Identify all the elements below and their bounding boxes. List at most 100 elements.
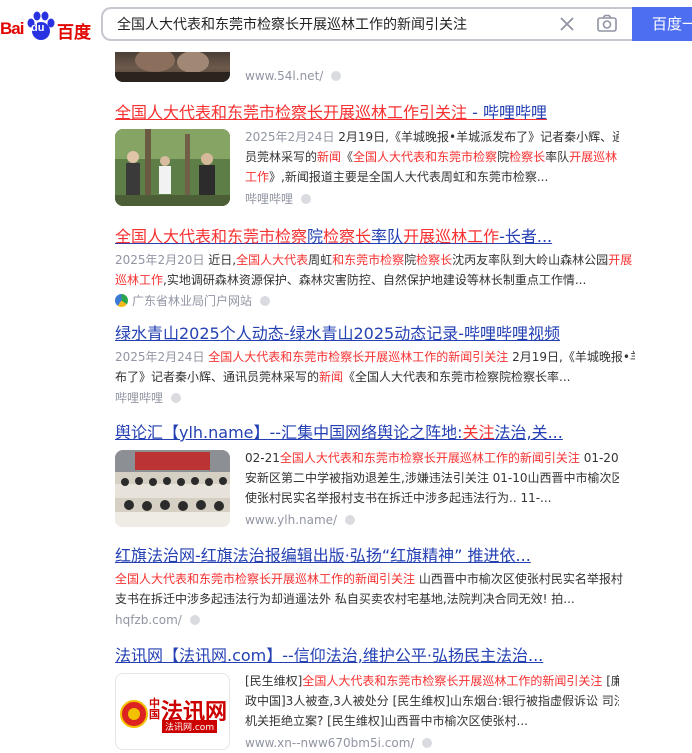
snippet-text: 近日, <box>208 253 237 267</box>
snippet-line: 02-21全国人大代表和东莞市检察长开展巡林工作的新闻引关注 01-20延 <box>245 448 619 468</box>
source-label[interactable]: 哔哩哔哩 <box>245 192 293 206</box>
highlight-text: 全国人大代表和东莞市检察 <box>353 150 498 164</box>
snippet-line: 安新区第二中学被指劝退差生,涉嫌违法引关注 01-10山西晋中市榆次区 <box>245 468 619 488</box>
snippet-text: 使张村民实名举报村支书在拆迁中涉多起违法行为.. 11-... <box>245 491 552 505</box>
result-source: 哔哩哔哩 <box>115 388 635 408</box>
highlight-text: 巡林工作 <box>115 273 164 287</box>
baidu-logo[interactable]: Bai du 百度 <box>0 7 92 43</box>
snippet-text: [民生维权] <box>245 674 303 688</box>
snippet-text: 沈丙友率队到大岭山森林公园 <box>452 253 609 267</box>
source-label[interactable]: www.54l.net/ <box>245 69 323 83</box>
result-item: 全国人大代表和东莞市检察长开展巡林工作引关注 - 哔哩哔哩 2025年2月24日… <box>115 102 635 212</box>
highlight-text: 开展 <box>608 253 633 267</box>
snippet-line: 使张村民实名举报村支书在拆迁中涉多起违法行为.. 11-... <box>245 488 619 508</box>
snippet-text: 率队 <box>545 150 570 164</box>
camera-icon[interactable] <box>596 14 618 34</box>
source-label[interactable]: 广东省林业局门户网站 <box>132 294 252 308</box>
title-highlight: 全国人大代表和东莞市检察长开展巡林工作引关注 <box>115 103 468 122</box>
result-thumbnail[interactable] <box>115 450 230 527</box>
snippet-text: 院 <box>497 150 510 164</box>
highlight-text: 检察长 <box>509 150 546 164</box>
snippet-line: 支书在拆迁中涉多起违法行为却逍遥法外 私自买卖农村宅基地,法院判决合同无效! 拍… <box>115 589 635 609</box>
search-input[interactable] <box>115 9 549 41</box>
title-seg: 率队 <box>371 227 404 246</box>
title-seg: 院 <box>307 227 324 246</box>
title-rest: - 哔哩哔哩 <box>467 103 547 122</box>
result-title[interactable]: 法讯网【法讯网.com】--信仰法治,维护公平·弘扬民主法治... <box>115 645 635 667</box>
info-icon[interactable] <box>171 392 182 403</box>
title-seg: 检察长 <box>323 227 372 246</box>
highlight-text: 全国人大代表和东莞市检察长开展巡林工作的新闻引关注 <box>115 572 416 586</box>
info-icon[interactable] <box>331 70 342 81</box>
snippet-line: 政中国]3人被查,3人被处分 [民生维权]山东烟台:银行被指虚假诉讼 司法 <box>245 691 619 711</box>
result-snippet: 2025年2月24日 2月19日,《羊城晚报•羊城派发布了》记者秦小辉、通讯 员… <box>245 127 619 209</box>
logo-du: du <box>31 22 45 34</box>
highlight-text: 和东莞市检察 <box>332 253 405 267</box>
result-thumbnail[interactable]: 中国 法讯网 法讯网.com <box>115 673 230 750</box>
snippet-text: 2月19日,《羊城晚报•羊城派发 <box>512 350 635 364</box>
source-label[interactable]: 哔哩哔哩 <box>115 391 163 405</box>
info-icon[interactable] <box>189 614 200 625</box>
result-title[interactable]: 红旗法治网-红旗法治报编辑出版·弘扬“红旗精神” 推进依... <box>115 545 635 567</box>
snippet-text: 》,新闻报道主要是全国人大代表周虹和东莞市检察... <box>269 170 549 184</box>
result-source: www.54l.net/ <box>245 66 342 86</box>
snippet-line: 布了》记者秦小辉、通讯员莞林采写的新闻《全国人大代表和东莞市检察院检察长率... <box>115 367 635 387</box>
snippet-text: 布了》记者秦小辉、通讯员莞林采写的 <box>115 370 320 384</box>
result-title[interactable]: 绿水青山2025个人动态-绿水青山2025动态记录-哔哩哔哩视频 <box>115 323 635 345</box>
highlight-text: 新闻 <box>319 370 344 384</box>
result-snippet: [民生维权]全国人大代表和东莞市检察长开展巡林工作的新闻引关注 [廉 政中国]3… <box>245 671 619 753</box>
info-icon[interactable] <box>422 737 433 748</box>
result-title[interactable]: 全国人大代表和东莞市检察院检察长率队开展巡林工作-长者... <box>115 226 635 248</box>
date-text: 2025年2月24日 <box>115 350 209 364</box>
snippet-text: 2月19日,《羊城晚报•羊城派发布了》记者秦小辉、通讯 <box>338 130 619 144</box>
result-title[interactable]: 全国人大代表和东莞市检察长开展巡林工作引关注 - 哔哩哔哩 <box>115 102 635 124</box>
info-icon[interactable] <box>345 514 356 525</box>
clear-icon[interactable] <box>558 15 576 33</box>
snippet-text: 山西晋中市榆次区使张村民实名举报村 <box>415 572 623 586</box>
result-title[interactable]: 舆论汇【ylh.name】--汇集中国网络舆论之阵地:关注法治,关... <box>115 422 635 444</box>
snippet-line: 2025年2月24日 全国人大代表和东莞市检察长开展巡林工作的新闻引关注 2月1… <box>115 347 635 367</box>
snippet-text: 安新区第二中学被指劝退差生,涉嫌违法引关注 01-10山西晋中市榆次区 <box>245 471 619 485</box>
source-label[interactable]: www.ylh.name/ <box>245 513 337 527</box>
snippet-line: 2025年2月20日 近日,全国人大代表周虹和东莞市检察院检察长沈丙友率队到大岭… <box>115 250 635 270</box>
logo-cn: 百度 <box>57 23 91 43</box>
result-item: 法讯网【法讯网.com】--信仰法治,维护公平·弘扬民主法治... 中国 法讯网… <box>115 645 635 750</box>
snippet-text: 02-21 <box>245 451 280 465</box>
snippet-text: ,实地调研森林资源保护、森林灾害防控、自然保护地建设等林长制重点工作情... <box>163 273 587 287</box>
snippet-line: 巡林工作,实地调研森林资源保护、森林灾害防控、自然保护地建设等林长制重点工作情.… <box>115 270 635 290</box>
title-seg: 全国人大代表和东莞市检察 <box>115 227 308 246</box>
highlight-text: 全国人大代表和东莞市检察长开展巡林工作的新闻引关注 <box>208 350 509 364</box>
result-item: 红旗法治网-红旗法治报编辑出版·弘扬“红旗精神” 推进依... 全国人大代表和东… <box>115 545 635 630</box>
highlight-text: 开展巡林 <box>569 150 618 164</box>
result-thumbnail[interactable] <box>115 129 230 206</box>
info-icon[interactable] <box>301 193 312 204</box>
info-icon[interactable] <box>260 295 271 306</box>
result-snippet: 02-21全国人大代表和东莞市检察长开展巡林工作的新闻引关注 01-20延 安新… <box>245 448 619 530</box>
result-item: 舆论汇【ylh.name】--汇集中国网络舆论之阵地:关注法治,关... 02-… <box>115 422 635 532</box>
search-box <box>101 7 632 41</box>
highlight-text: 新闻 <box>317 150 342 164</box>
header: Bai du 百度 百度一 <box>0 0 692 52</box>
logo-cn: 中国 <box>149 697 160 721</box>
source-label[interactable]: hqfzb.com/ <box>115 613 182 627</box>
source-label[interactable]: www.xn--nww670bm5i.com/ <box>245 736 414 750</box>
snippet-text: 周虹 <box>308 253 333 267</box>
search-button[interactable]: 百度一 <box>632 7 692 41</box>
highlight-text: 全国人大代表和东莞市检察长开展巡林工作的新闻引关注 <box>279 451 580 465</box>
title-seg: 法治,关... <box>494 423 563 442</box>
logo-small: 法讯网.com <box>162 720 218 733</box>
snippet-line: 工作》,新闻报道主要是全国人大代表周虹和东莞市检察... <box>245 167 619 187</box>
title-seg: 开展巡林工作 <box>403 227 500 246</box>
snippet-text: 《 <box>341 150 354 164</box>
title-seg: 关注 <box>462 423 495 442</box>
snippet-line: [民生维权]全国人大代表和东莞市检察长开展巡林工作的新闻引关注 [廉 <box>245 671 619 691</box>
date-text: 2025年2月24日 <box>245 130 339 144</box>
snippet-text: 政中国]3人被查,3人被处分 [民生维权]山东烟台:银行被指虚假诉讼 司法 <box>245 694 619 708</box>
result-source: 广东省林业局门户网站 <box>115 291 635 311</box>
snippet-line: 全国人大代表和东莞市检察长开展巡林工作的新闻引关注 山西晋中市榆次区使张村民实名… <box>115 569 635 589</box>
snippet-text: 员莞林采写的 <box>245 150 318 164</box>
site-icon <box>115 294 128 307</box>
snippet-text: 01-20延 <box>583 451 619 465</box>
title-seg: -长者... <box>499 227 553 246</box>
highlight-text: 全国人大代表和东莞市检察长开展巡林工作的新闻引关注 <box>302 674 603 688</box>
